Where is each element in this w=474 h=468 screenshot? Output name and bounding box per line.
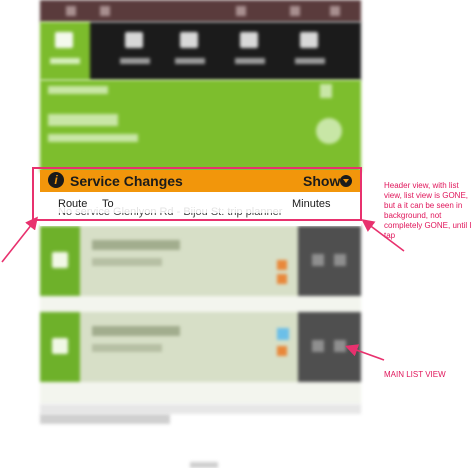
minutes-digit — [312, 254, 324, 266]
arrow-to-header-left — [1, 216, 38, 263]
tab-icon — [180, 32, 198, 48]
tab-5[interactable] — [285, 22, 335, 80]
tab-icon — [240, 32, 258, 48]
status-marker — [277, 346, 287, 356]
row-line — [92, 344, 162, 352]
minutes-cell — [298, 226, 361, 296]
status-block — [290, 6, 300, 16]
row-line — [92, 326, 180, 336]
tab-label — [295, 58, 325, 64]
stop-line — [48, 86, 108, 94]
status-block — [100, 6, 110, 16]
minutes-cell — [298, 312, 361, 382]
footer-line — [40, 414, 170, 424]
footer-line — [40, 404, 361, 414]
status-marker — [277, 328, 289, 340]
status-marker — [277, 274, 287, 284]
nav-handle — [190, 462, 218, 468]
refresh-icon[interactable] — [320, 84, 332, 98]
tab-bar — [40, 22, 361, 80]
stop-name — [48, 114, 118, 126]
tab-label — [175, 58, 205, 64]
status-block — [330, 6, 340, 16]
main-list-annotation: MAIN LIST VIEW — [384, 370, 446, 379]
tab-4[interactable] — [225, 22, 275, 80]
status-block — [66, 6, 76, 16]
stop-header — [40, 80, 361, 172]
header-highlight-box — [32, 167, 362, 221]
tab-label — [235, 58, 265, 64]
stop-detail — [48, 134, 138, 142]
tab-2[interactable] — [110, 22, 160, 80]
tab-icon — [55, 32, 73, 48]
list-item[interactable] — [40, 226, 361, 296]
minutes-digit — [334, 340, 346, 352]
row-line — [92, 240, 180, 250]
minutes-digit — [334, 254, 346, 266]
status-block — [236, 6, 246, 16]
status-marker — [277, 260, 287, 270]
favorite-icon[interactable] — [316, 118, 342, 144]
bus-icon — [52, 338, 68, 354]
status-bar — [40, 0, 361, 22]
route-stripe — [40, 312, 80, 382]
tab-3[interactable] — [165, 22, 215, 80]
bus-icon — [52, 252, 68, 268]
row-line — [92, 258, 162, 266]
minutes-digit — [312, 340, 324, 352]
route-stripe — [40, 226, 80, 296]
tab-label — [50, 58, 80, 64]
header-view-annotation: Header view, with list view, list view i… — [384, 181, 472, 240]
tab-icon — [300, 32, 318, 48]
tab-label — [120, 58, 150, 64]
main-list — [40, 226, 361, 404]
list-item[interactable] — [40, 312, 361, 382]
tab-1[interactable] — [40, 22, 90, 80]
tab-icon — [125, 32, 143, 48]
